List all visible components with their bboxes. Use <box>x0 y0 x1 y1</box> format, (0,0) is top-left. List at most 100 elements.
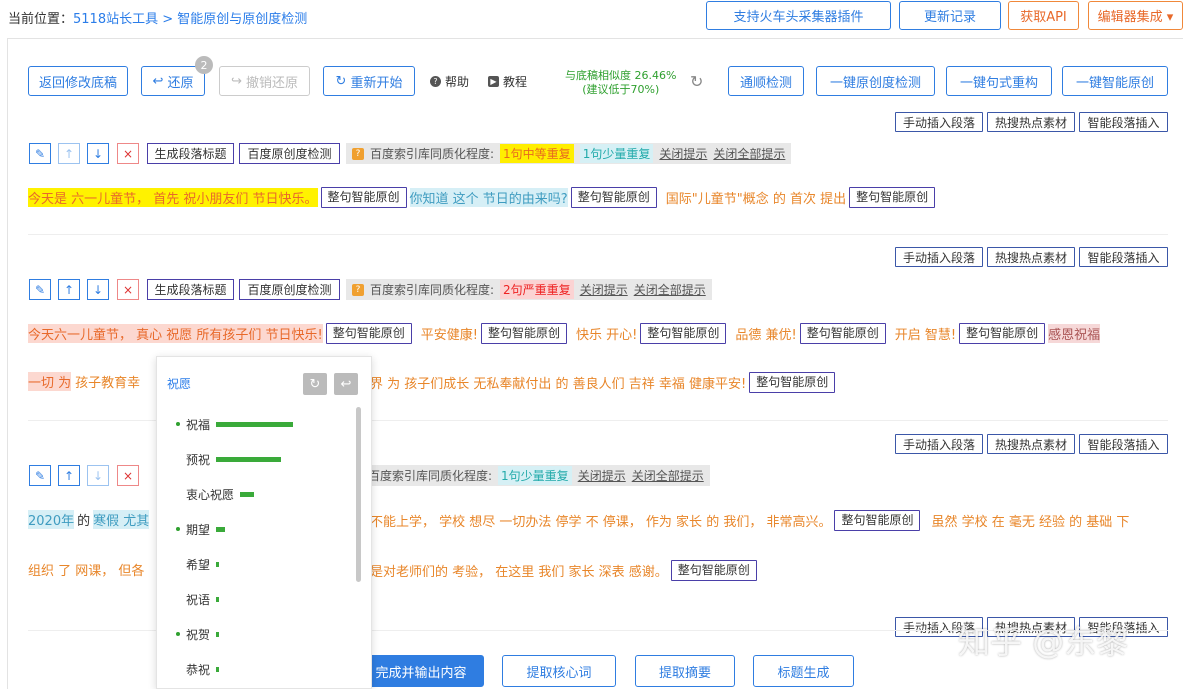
train-plugin-button[interactable]: 支持火车头采集器插件 <box>706 1 891 30</box>
changelog-button[interactable]: 更新记录 <box>899 1 1001 30</box>
manual-insert-button[interactable]: 手动插入段落 <box>895 247 983 267</box>
hot-material-button[interactable]: 热搜热点素材 <box>987 434 1075 454</box>
sentence-smart-original-button[interactable]: 整句智能原创 <box>480 323 567 344</box>
sentence-smart-original-button[interactable]: 整句智能原创 <box>749 372 836 393</box>
sentence[interactable]: 孩子教育幸 <box>75 372 140 391</box>
tutorial-label: 教程 <box>503 75 528 89</box>
extract-summary-button[interactable]: 提取摘要 <box>635 655 735 687</box>
sentence-smart-original-button[interactable]: 整句智能原创 <box>670 560 757 581</box>
moderate-duplicate-badge[interactable]: 1句中等重复 <box>500 144 574 163</box>
close-all-tips-link[interactable]: 关闭全部提示 <box>632 467 704 484</box>
synonym-item[interactable]: 衷心祝愿 <box>157 477 357 512</box>
sentence-smart-original-button[interactable]: 整句智能原创 <box>849 187 936 208</box>
close-tip-link[interactable]: 关闭提示 <box>580 281 628 298</box>
fluency-check-button[interactable]: 通顺检测 <box>728 66 804 96</box>
synonym-item[interactable]: 预祝 <box>157 442 357 477</box>
edit-icon[interactable]: ✎ <box>29 465 51 486</box>
delete-icon[interactable]: × <box>117 279 139 300</box>
smart-insert-button[interactable]: 智能段落插入 <box>1079 434 1168 454</box>
baidu-originality-check-button[interactable]: 百度原创度检测 <box>239 279 340 300</box>
synonym-item[interactable]: 恭祝 <box>157 652 357 687</box>
editor-integration-button[interactable]: 编辑器集成 ▾ <box>1088 1 1183 30</box>
divider <box>28 234 1168 235</box>
sentence[interactable]: 平安健康! <box>421 324 478 343</box>
refresh-similarity-icon[interactable]: ↻ <box>690 72 703 91</box>
help-link[interactable]: ? 帮助 <box>430 73 469 90</box>
back-to-draft-button[interactable]: 返回修改底稿 <box>28 66 128 96</box>
sentence-smart-original-button[interactable]: 整句智能原创 <box>325 323 412 344</box>
sentence[interactable]: 一切 为 <box>28 372 72 391</box>
sentence-smart-original-button[interactable]: 整句智能原创 <box>320 187 407 208</box>
refresh-icon[interactable]: ↻ <box>303 373 327 395</box>
move-down-icon[interactable]: ↓ <box>87 279 109 300</box>
restart-button[interactable]: ↻ 重新开始 <box>323 66 415 96</box>
close-all-tips-link[interactable]: 关闭全部提示 <box>713 145 785 162</box>
sentence[interactable]: 界 为 孩子们成长 无私奉献付出 的 善良人们 吉祥 幸福 健康平安! <box>370 373 746 392</box>
sentence-smart-original-button[interactable]: 整句智能原创 <box>834 510 921 531</box>
hot-material-button[interactable]: 热搜热点素材 <box>987 247 1075 267</box>
move-down-icon[interactable]: ↓ <box>87 143 109 164</box>
slight-duplicate-badge[interactable]: 1句少量重复 <box>498 466 572 485</box>
synonym-item[interactable]: 祝福 <box>157 407 357 442</box>
move-up-icon[interactable]: ↑ <box>58 465 80 486</box>
close-tip-link[interactable]: 关闭提示 <box>578 467 626 484</box>
tutorial-link[interactable]: ▶ 教程 <box>488 73 527 90</box>
get-api-button[interactable]: 获取API <box>1008 1 1079 30</box>
sentence[interactable]: 寒假 尤其 <box>93 510 150 529</box>
sentence[interactable]: 今天是 六一儿童节， 首先 祝小朋友们 节日快乐。 <box>28 188 318 207</box>
finish-output-button[interactable]: 完成并输出内容 <box>358 655 484 687</box>
hot-material-button[interactable]: 热搜热点素材 <box>987 112 1075 132</box>
sentence[interactable]: 组织 了 网课， 但各 <box>28 560 144 579</box>
synonym-item[interactable]: 希望 <box>157 547 357 582</box>
sentence[interactable]: 今天六一儿童节， 真心 祝愿 所有孩子们 节日快乐! <box>28 324 323 343</box>
one-click-smart-original-button[interactable]: 一键智能原创 <box>1062 66 1168 96</box>
undo-icon[interactable]: ↩ <box>334 373 358 395</box>
synonym-item[interactable]: 期望 <box>157 512 357 547</box>
sentence[interactable]: 开启 智慧! <box>895 324 956 343</box>
slight-duplicate-badge[interactable]: 1句少量重复 <box>579 144 654 163</box>
sentence-smart-original-button[interactable]: 整句智能原创 <box>959 323 1046 344</box>
synonym-item[interactable]: 祝贺 <box>157 617 357 652</box>
breadcrumb-current[interactable]: 智能原创与原创度检测 <box>177 12 307 27</box>
move-down-icon[interactable]: ↓ <box>87 465 109 486</box>
move-up-icon[interactable]: ↑ <box>58 143 80 164</box>
generate-paragraph-title-button[interactable]: 生成段落标题 <box>147 279 234 300</box>
breadcrumb-home[interactable]: 5118站长工具 <box>73 12 158 27</box>
one-click-restructure-button[interactable]: 一键句式重构 <box>946 66 1052 96</box>
one-click-originality-check-button[interactable]: 一键原创度检测 <box>816 66 935 96</box>
delete-icon[interactable]: × <box>117 465 139 486</box>
sentence[interactable]: 不能上学， 学校 想尽 一切办法 停学 不 停课， 作为 家长 的 我们， 非常… <box>370 511 831 530</box>
edit-icon[interactable]: ✎ <box>29 143 51 164</box>
sentence[interactable]: 你知道 这个 节日的由来吗? <box>409 188 568 207</box>
sentence[interactable]: 国际"儿童节"概念 的 首次 提出 <box>666 188 846 207</box>
sentence-smart-original-button[interactable]: 整句智能原创 <box>570 187 657 208</box>
undo-button[interactable]: ↩ 还原 <box>141 66 205 96</box>
smart-insert-button[interactable]: 智能段落插入 <box>1079 112 1168 132</box>
sentence[interactable]: 感恩祝福 <box>1048 324 1101 343</box>
synonym-item[interactable]: 祝语 <box>157 582 357 617</box>
move-up-icon[interactable]: ↑ <box>58 279 80 300</box>
sentence[interactable]: 快乐 开心! <box>576 324 637 343</box>
extract-keywords-button[interactable]: 提取核心词 <box>502 655 616 687</box>
sentence[interactable]: 2020年 <box>28 510 75 529</box>
paragraph-3-line-1b: 不能上学， 学校 想尽 一切办法 停学 不 停课， 作为 家长 的 我们， 非常… <box>370 510 1129 531</box>
manual-insert-button[interactable]: 手动插入段落 <box>895 434 983 454</box>
close-tip-link[interactable]: 关闭提示 <box>659 145 707 162</box>
sentence-smart-original-button[interactable]: 整句智能原创 <box>799 323 886 344</box>
sentence[interactable]: 虽然 学校 在 毫无 经验 的 基础 下 <box>931 511 1129 530</box>
close-all-tips-link[interactable]: 关闭全部提示 <box>634 281 706 298</box>
severe-duplicate-badge[interactable]: 2句严重重复 <box>500 280 574 299</box>
smart-insert-button[interactable]: 智能段落插入 <box>1079 247 1168 267</box>
sentence[interactable]: 是对老师们的 考验， 在这里 我们 家长 深表 感谢。 <box>370 561 668 580</box>
baidu-originality-check-button[interactable]: 百度原创度检测 <box>239 143 340 164</box>
index-similarity-bar: 百度索引库同质化程度: 1句少量重复 关闭提示 关闭全部提示 <box>362 465 710 486</box>
popup-scrollbar[interactable] <box>356 407 361 582</box>
sentence[interactable]: 品德 兼优! <box>735 324 796 343</box>
generate-paragraph-title-button[interactable]: 生成段落标题 <box>147 143 234 164</box>
delete-icon[interactable]: × <box>117 143 139 164</box>
edit-icon[interactable]: ✎ <box>29 279 51 300</box>
manual-insert-button[interactable]: 手动插入段落 <box>895 112 983 132</box>
sentence-smart-original-button[interactable]: 整句智能原创 <box>640 323 727 344</box>
redo-button[interactable]: ↪ 撤销还原 <box>219 66 310 96</box>
title-generate-button[interactable]: 标题生成 <box>753 655 854 687</box>
